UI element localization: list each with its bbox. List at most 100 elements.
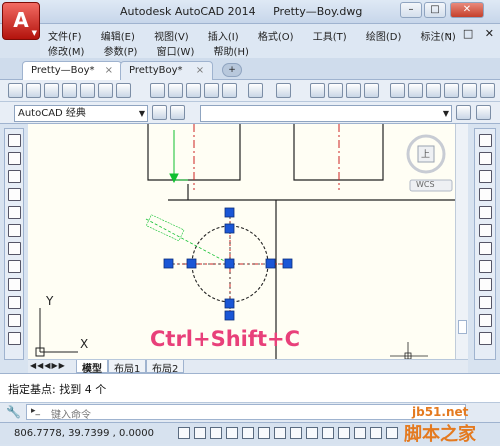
menu-window[interactable]: 窗口(W) — [157, 43, 195, 58]
block-editor-icon[interactable] — [222, 83, 237, 98]
close-icon[interactable]: × — [196, 65, 204, 76]
design-center-icon[interactable] — [408, 83, 423, 98]
arc-icon[interactable] — [8, 224, 21, 237]
grip-handle[interactable] — [224, 223, 235, 234]
osnap-icon[interactable] — [258, 427, 270, 439]
layer-select[interactable]: ▼ — [200, 105, 452, 122]
doc-close-button[interactable]: ✕ — [485, 27, 494, 40]
lineweight-icon[interactable] — [338, 427, 350, 439]
redo-icon[interactable] — [276, 83, 291, 98]
zoom-realtime-icon[interactable] — [328, 83, 343, 98]
application-menu-button[interactable]: A ▼ — [2, 2, 40, 40]
maximize-button[interactable]: □ — [424, 2, 446, 18]
layout-nav-arrows-icon[interactable]: ◀◀◀▶▶ — [30, 361, 66, 370]
vertical-scrollbar[interactable] — [455, 124, 468, 359]
break-icon[interactable] — [479, 332, 492, 345]
revision-cloud-icon[interactable] — [8, 260, 21, 273]
zoom-previous-icon[interactable] — [364, 83, 379, 98]
selection-cycling-icon[interactable] — [386, 427, 398, 439]
menu-draw[interactable]: 绘图(D) — [366, 28, 402, 43]
insert-block-icon[interactable] — [8, 332, 21, 345]
polyline-icon[interactable] — [8, 170, 21, 183]
scale-icon[interactable] — [479, 260, 492, 273]
mirror-icon[interactable] — [479, 170, 492, 183]
undo-icon[interactable] — [248, 83, 263, 98]
menu-edit[interactable]: 编辑(E) — [101, 28, 135, 43]
tab-layout-1[interactable]: 布局1 — [108, 360, 147, 375]
plot-preview-icon[interactable] — [80, 83, 95, 98]
line-icon[interactable] — [8, 134, 21, 147]
ducs-icon[interactable] — [306, 427, 318, 439]
workspace-select[interactable]: AutoCAD 经典 ▼ — [14, 105, 148, 122]
doc-restore-button[interactable]: □ — [463, 27, 473, 40]
stretch-icon[interactable] — [479, 278, 492, 291]
doc-minimize-button[interactable]: – — [446, 27, 452, 40]
erase-icon[interactable] — [479, 134, 492, 147]
paste-icon[interactable] — [186, 83, 201, 98]
selected-circle-group[interactable] — [145, 207, 293, 321]
workspace-icon[interactable] — [170, 105, 185, 120]
close-icon[interactable]: × — [105, 65, 113, 76]
command-input[interactable]: ▸_ 键入命令 — [26, 404, 466, 421]
plot-icon[interactable] — [62, 83, 77, 98]
wrench-icon[interactable]: 🔧 — [6, 405, 21, 419]
open-file-icon[interactable] — [26, 83, 41, 98]
rectangle-icon[interactable] — [8, 206, 21, 219]
minimize-button[interactable]: – — [400, 2, 422, 18]
ellipse-icon[interactable] — [8, 296, 21, 309]
workspace-settings-icon[interactable] — [152, 105, 167, 120]
otrack-icon[interactable] — [290, 427, 302, 439]
match-properties-icon[interactable] — [204, 83, 219, 98]
save-icon[interactable] — [44, 83, 59, 98]
quickcalc-icon[interactable] — [480, 83, 495, 98]
new-file-icon[interactable] — [8, 83, 23, 98]
markup-icon[interactable] — [462, 83, 477, 98]
spline-icon[interactable] — [8, 278, 21, 291]
layer-state-icon[interactable] — [476, 105, 491, 120]
snap-icon[interactable] — [210, 427, 222, 439]
3d-print-icon[interactable] — [116, 83, 131, 98]
layer-properties-icon[interactable] — [456, 105, 471, 120]
tab-prettyboy[interactable]: PrettyBoy* × — [120, 61, 214, 80]
properties-icon[interactable] — [390, 83, 405, 98]
drawing-canvas[interactable]: Y X 上 WCS — [28, 124, 468, 359]
publish-icon[interactable] — [98, 83, 113, 98]
tab-pretty-boy[interactable]: Pretty—Boy* × — [22, 61, 122, 80]
new-tab-button[interactable]: + — [222, 63, 242, 77]
polygon-icon[interactable] — [8, 188, 21, 201]
transparency-icon[interactable] — [354, 427, 366, 439]
close-button[interactable]: ✕ — [450, 2, 484, 18]
grip-handle[interactable] — [163, 258, 174, 269]
menu-help[interactable]: 帮助(H) — [214, 43, 249, 58]
grip-handle[interactable] — [282, 258, 293, 269]
grip-handle[interactable] — [265, 258, 276, 269]
menu-modify[interactable]: 修改(M) — [48, 43, 84, 58]
menu-parametric[interactable]: 参数(P) — [104, 43, 138, 58]
ortho-icon[interactable] — [226, 427, 238, 439]
pan-icon[interactable] — [310, 83, 325, 98]
menu-insert[interactable]: 插入(I) — [208, 28, 239, 43]
scroll-thumb[interactable] — [458, 320, 467, 334]
cut-icon[interactable] — [150, 83, 165, 98]
polar-icon[interactable] — [242, 427, 254, 439]
construction-line-icon[interactable] — [8, 152, 21, 165]
dyn-icon[interactable] — [322, 427, 334, 439]
tab-layout-2[interactable]: 布局2 — [146, 360, 185, 375]
ellipse-arc-icon[interactable] — [8, 314, 21, 327]
sheet-set-icon[interactable] — [444, 83, 459, 98]
trim-icon[interactable] — [479, 296, 492, 309]
offset-icon[interactable] — [479, 188, 492, 201]
grip-handle[interactable] — [224, 207, 235, 218]
move-icon[interactable] — [479, 224, 492, 237]
rotate-icon[interactable] — [479, 242, 492, 255]
zoom-window-icon[interactable] — [346, 83, 361, 98]
menu-file[interactable]: 文件(F) — [48, 28, 82, 43]
circle-icon[interactable] — [8, 242, 21, 255]
grip-handle[interactable] — [186, 258, 197, 269]
grip-handle[interactable] — [224, 310, 235, 321]
quick-properties-icon[interactable] — [370, 427, 382, 439]
grip-handle[interactable] — [224, 258, 235, 269]
tool-palettes-icon[interactable] — [426, 83, 441, 98]
grip-handle[interactable] — [224, 298, 235, 309]
copy-icon[interactable] — [168, 83, 183, 98]
